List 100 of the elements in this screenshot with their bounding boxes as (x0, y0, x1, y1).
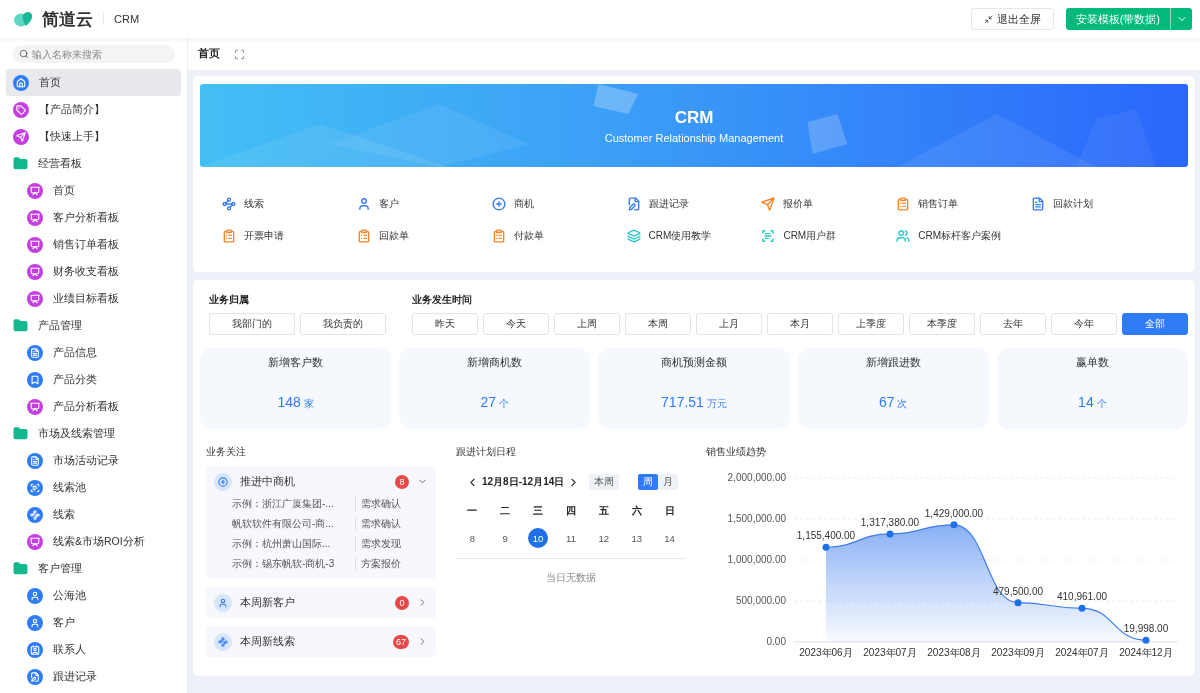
filter-option[interactable]: 本周 (625, 313, 691, 335)
filter-option[interactable]: 上月 (696, 313, 762, 335)
axis-label: 2023年09月 (991, 647, 1045, 658)
stat-label: 新增客户数 (268, 356, 324, 370)
filter-option[interactable]: 昨天 (412, 313, 478, 335)
filter-option[interactable]: 今年 (1051, 313, 1117, 335)
section-title: 销售业绩趋势 (706, 445, 767, 459)
shortcut-link[interactable]: CRM标杆客户案例 (896, 227, 1032, 245)
clipboard-icon (222, 229, 236, 243)
view-toggle[interactable]: 月 (658, 474, 678, 490)
search-icon (19, 49, 29, 59)
search-field[interactable]: 输入名称来搜索 (12, 45, 175, 63)
axis-label: 500,000.00 (735, 595, 786, 606)
filter-option[interactable]: 我负责的 (300, 313, 386, 335)
shortcut-link[interactable]: 回款单 (356, 227, 492, 245)
filter-option[interactable]: 今天 (483, 313, 549, 335)
sidebar-item[interactable]: 市场及线索管理 (6, 420, 181, 447)
sidebar-item[interactable]: 市场活动记录 (6, 447, 181, 474)
sidebar-item[interactable]: 【快速上手】 (6, 123, 181, 150)
folder-icon (13, 318, 28, 333)
data-point (1014, 599, 1022, 607)
axis-label: 2023年08月 (927, 647, 981, 658)
calendar-day[interactable]: 8 (462, 528, 483, 548)
panel-title: 本周新线索 (240, 634, 296, 649)
calendar-day[interactable]: 11 (561, 528, 581, 548)
calendar-day[interactable]: 14 (659, 528, 680, 548)
calendar-day[interactable]: 9 (495, 528, 516, 548)
sidebar-item[interactable]: 客户分析看板 (6, 204, 181, 231)
panel-title: 推进中商机 (240, 474, 296, 489)
weekday-label: 一 (467, 504, 478, 518)
opportunity-name[interactable]: 示例：浙江广厦集团-... (232, 497, 356, 511)
shortcut-link[interactable]: 线索 (222, 195, 357, 213)
stage-label: 需求确认 (360, 497, 401, 511)
stat-label: 商机预测金额 (661, 356, 727, 370)
calendar-day[interactable]: 12 (593, 528, 614, 548)
sidebar-item[interactable]: 经营看板 (6, 150, 181, 177)
opportunity-name[interactable]: 示例：杭州萧山国际... (232, 537, 356, 551)
axis-label: 0.00 (766, 636, 786, 647)
shortcut-link[interactable]: 回款计划 (1031, 195, 1166, 213)
shortcut-link[interactable]: 报价单 (761, 195, 897, 213)
data-label: 1,317,380.00 (860, 516, 920, 528)
filter-option[interactable]: 本季度 (909, 313, 975, 335)
sidebar-item[interactable]: 业绩目标看板 (6, 285, 181, 312)
filter-label: 业务归属 (209, 294, 250, 307)
shortcut-link[interactable]: 跟进记录 (626, 195, 762, 213)
view-toggle[interactable]: 周 (638, 474, 658, 490)
sidebar-item[interactable]: 首页 (6, 69, 181, 96)
filter-option[interactable]: 去年 (980, 313, 1046, 335)
shortcut-link[interactable]: 开票申请 (222, 227, 357, 245)
shortcut-link[interactable]: CRM用户群 (761, 227, 897, 245)
fullscreen-icon[interactable] (234, 48, 245, 60)
filter-option[interactable]: 全部 (1122, 313, 1188, 335)
sidebar-item[interactable]: 【产品简介】 (6, 96, 181, 123)
shortcut-link[interactable]: 客户 (356, 195, 492, 213)
filter-option[interactable]: 上季度 (838, 313, 904, 335)
scan-icon (761, 229, 776, 243)
sidebar-item[interactable]: 产品分类 (6, 366, 181, 393)
sidebar-item[interactable]: 销售订单看板 (6, 231, 181, 258)
data-label: 410,961.00 (1056, 591, 1108, 603)
opportunity-name[interactable]: 帆软软件有限公司-商... (232, 517, 356, 531)
folder-icon (13, 156, 28, 171)
sidebar-item[interactable]: 线索&市场ROI分析 (6, 528, 181, 555)
sidebar-item[interactable]: 产品管理 (6, 312, 181, 339)
this-week-button[interactable]: 本周 (589, 474, 620, 490)
sidebar-item[interactable]: 跟进记录 (6, 663, 181, 690)
sidebar-item[interactable]: 首页 (6, 177, 181, 204)
sidebar-item[interactable]: 客户 (6, 609, 181, 636)
opportunity-name[interactable]: 示例：锡东帆软-商机-3 (232, 557, 356, 571)
weekday-label: 五 (598, 504, 609, 518)
send-icon (761, 197, 776, 211)
empty-message: 当日无数据 (546, 571, 596, 585)
sidebar-item[interactable]: 财务收支看板 (6, 258, 181, 285)
section-title: 跟进计划日程 (456, 445, 517, 459)
stat-label: 新增跟进数 (865, 356, 921, 370)
clipboard-icon (356, 229, 371, 243)
stat-unit: 万元 (706, 398, 727, 409)
panel-title: 本周新客户 (240, 595, 296, 610)
stage-label: 需求发现 (360, 537, 401, 551)
shortcut-link[interactable]: CRM使用教学 (626, 227, 762, 245)
sidebar-item[interactable]: 产品信息 (6, 339, 181, 366)
stat-value: 27 (480, 394, 497, 410)
weekday-label: 三 (533, 504, 544, 518)
stat-label: 新增商机数 (467, 356, 523, 370)
sidebar-item[interactable]: 公海池 (6, 582, 181, 609)
shortcut-link[interactable]: 销售订单 (896, 195, 1032, 213)
calendar-day[interactable]: 10 (528, 528, 549, 548)
filter-option[interactable]: 我部门的 (209, 313, 295, 335)
dropdown-button[interactable] (1170, 8, 1192, 30)
filter-option[interactable]: 上周 (554, 313, 620, 335)
data-label: 1,429,000.00 (924, 507, 984, 519)
filter-option[interactable]: 本月 (767, 313, 833, 335)
sidebar-item[interactable]: 线索池 (6, 474, 181, 501)
sidebar-item[interactable]: 线索 (6, 501, 181, 528)
sidebar-item[interactable]: 联系人 (6, 636, 181, 663)
exit-fullscreen-button[interactable]: 退出全屏 (970, 8, 1054, 30)
calendar-day[interactable]: 13 (626, 528, 647, 548)
sidebar-item[interactable]: 产品分析看板 (6, 393, 181, 420)
shortcut-link[interactable]: 商机 (491, 195, 627, 213)
sidebar-item[interactable]: 客户管理 (6, 555, 181, 582)
shortcut-link[interactable]: 付款单 (491, 227, 627, 245)
